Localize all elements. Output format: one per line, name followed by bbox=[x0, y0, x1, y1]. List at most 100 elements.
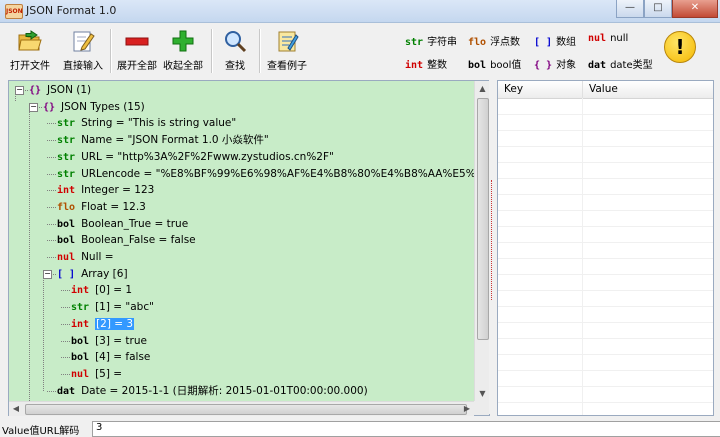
tree-node-label: JSON Types (15) bbox=[61, 100, 145, 113]
legend-label: 浮点数 bbox=[490, 37, 521, 48]
plus-icon bbox=[170, 29, 196, 53]
tree-horizontal-scrollbar[interactable]: ◀ ▶ bbox=[9, 401, 474, 416]
url-decode-field[interactable]: 3 bbox=[92, 421, 720, 437]
scroll-up-arrow-icon[interactable]: ▲ bbox=[475, 81, 490, 96]
column-header-key[interactable]: Key bbox=[498, 81, 583, 98]
tree-node[interactable]: flo Float = 12.3 bbox=[57, 199, 146, 215]
tree-vertical-scrollbar[interactable]: ▲ ▼ bbox=[474, 81, 490, 401]
tree-node[interactable]: nul [5] = bbox=[71, 366, 122, 382]
tree-guide-line bbox=[43, 273, 44, 391]
type-tag: int bbox=[57, 185, 76, 197]
legend-item-dat: dat date类型 bbox=[588, 56, 653, 71]
scroll-right-arrow-icon[interactable]: ▶ bbox=[460, 402, 474, 416]
maximize-button[interactable]: □ bbox=[644, 0, 672, 18]
window-title: JSON Format 1.0 bbox=[26, 4, 117, 17]
tree-node[interactable]: str String = "This is string value" bbox=[57, 115, 236, 131]
legend-tag: flo bbox=[468, 37, 487, 48]
tree-node[interactable]: str URLencode = "%E8%BF%99%E6%98%AF%E4%B8… bbox=[57, 166, 474, 182]
tree-node[interactable]: bol Boolean_True = true bbox=[57, 216, 188, 232]
collapse-all-button[interactable]: 收起全部 bbox=[160, 29, 206, 72]
tree-connector bbox=[61, 373, 70, 375]
direct-input-label: 直接输入 bbox=[63, 61, 103, 72]
tree-node-label: [0] = 1 bbox=[95, 284, 133, 297]
tree-connector bbox=[47, 390, 56, 392]
tree-node-label: Null = bbox=[81, 251, 114, 263]
legend-item-flo: flo 浮点数 bbox=[468, 33, 520, 48]
warning-icon[interactable]: ! bbox=[664, 31, 696, 63]
tree-node[interactable]: int [0] = 1 bbox=[71, 282, 132, 298]
close-button[interactable]: ✕ bbox=[672, 0, 718, 18]
legend-item-int: int 整数 bbox=[405, 56, 447, 71]
legend-label: date类型 bbox=[610, 60, 653, 71]
view-example-button[interactable]: 查看例子 bbox=[264, 29, 310, 72]
key-value-list[interactable]: Key Value bbox=[497, 80, 714, 416]
open-file-button[interactable]: 打开文件 bbox=[10, 29, 50, 72]
key-value-header: Key Value bbox=[498, 81, 713, 99]
edit-icon bbox=[70, 29, 96, 53]
legend-tag: { } bbox=[534, 60, 553, 71]
minimize-button[interactable]: — bbox=[616, 0, 644, 18]
type-tag: bol bbox=[71, 335, 90, 347]
tree-node-label: [5] = bbox=[95, 367, 123, 380]
scroll-thumb[interactable] bbox=[477, 98, 489, 340]
tree-expander-icon[interactable]: − bbox=[29, 102, 38, 112]
tree-connector bbox=[47, 190, 56, 192]
grid-line bbox=[498, 210, 713, 211]
tree-node[interactable]: bol [4] = false bbox=[71, 349, 150, 365]
type-tag: [ ] bbox=[57, 268, 76, 280]
tree-node[interactable]: str URL = "http%3A%2F%2Fwww.zystudios.cn%… bbox=[57, 149, 334, 165]
tree-node[interactable]: [ ] Array [6] bbox=[57, 266, 128, 282]
tree-node[interactable]: int Integer = 123 bbox=[57, 182, 154, 198]
grid-line bbox=[498, 274, 713, 275]
tree-connector bbox=[47, 223, 56, 225]
tree-node[interactable]: nul Null = bbox=[57, 249, 114, 265]
legend-item-str: str 字符串 bbox=[405, 33, 457, 48]
expand-all-button[interactable]: 展开全部 bbox=[114, 29, 160, 72]
tree-node-label: Date = 2015-1-1 (日期解析: 2015-01-01T00:00:… bbox=[81, 384, 368, 397]
tree-node[interactable]: bol Boolean_False = false bbox=[57, 232, 196, 248]
grid-line bbox=[498, 130, 713, 131]
scroll-thumb[interactable] bbox=[25, 404, 467, 415]
type-tag: dat bbox=[57, 385, 76, 397]
grid-line bbox=[498, 354, 713, 355]
url-decode-bar: Value值URL解码 3 bbox=[0, 418, 720, 437]
json-tree[interactable]: −{} JSON (1) −{} JSON Types (15) str String =… bbox=[9, 81, 474, 401]
tree-guide-line bbox=[29, 106, 30, 401]
magnifier-icon bbox=[222, 29, 248, 53]
tree-node[interactable]: {} JSON (1) bbox=[29, 82, 91, 98]
find-button[interactable]: 查找 bbox=[218, 29, 252, 72]
legend-label: 数组 bbox=[556, 37, 577, 48]
tree-node[interactable]: dat Date = 2015-1-1 (日期解析: 2015-01-01T00:… bbox=[57, 383, 368, 399]
tree-node[interactable]: str Name = "JSON Format 1.0 小焱软件" bbox=[57, 132, 269, 148]
app-icon: JSON bbox=[5, 4, 23, 19]
tree-node-label: URLencode = "%E8%BF%99%E6%98%AF%E4%B8%80… bbox=[81, 167, 474, 180]
grid-line bbox=[498, 242, 713, 243]
tree-node[interactable]: str [1] = "abc" bbox=[71, 299, 154, 315]
legend-item-object: { } 对象 bbox=[534, 56, 576, 71]
scroll-down-arrow-icon[interactable]: ▼ bbox=[475, 386, 490, 401]
tree-node[interactable]: int [2] = 3 bbox=[71, 316, 135, 332]
tree-expander-icon[interactable]: − bbox=[15, 86, 24, 95]
tree-node-label: Name = "JSON Format 1.0 小焱软件" bbox=[81, 134, 269, 147]
legend-item-nul: nul null bbox=[588, 33, 628, 44]
tree-expander-icon[interactable]: − bbox=[43, 269, 52, 279]
panel-splitter[interactable] bbox=[489, 80, 496, 414]
tree-connector bbox=[47, 123, 56, 125]
scroll-left-arrow-icon[interactable]: ◀ bbox=[9, 402, 23, 416]
legend-label: 字符串 bbox=[427, 37, 458, 48]
column-header-value[interactable]: Value bbox=[583, 81, 713, 98]
splitter-grip[interactable] bbox=[491, 180, 494, 300]
grid-line bbox=[498, 386, 713, 387]
tree-node[interactable]: bol [3] = true bbox=[71, 333, 147, 349]
tree-connector bbox=[47, 257, 56, 258]
type-tag: str bbox=[57, 118, 76, 130]
tree-node[interactable]: {} JSON Types (15) bbox=[43, 99, 145, 115]
url-decode-label: Value值URL解码 bbox=[2, 426, 80, 437]
tree-connector bbox=[47, 140, 56, 142]
minus-icon bbox=[124, 29, 150, 53]
json-tree-panel: −{} JSON (1) −{} JSON Types (15) str String =… bbox=[8, 80, 490, 416]
open-file-label: 打开文件 bbox=[10, 61, 50, 72]
direct-input-button[interactable]: 直接输入 bbox=[60, 29, 106, 72]
grid-line bbox=[498, 114, 713, 115]
type-tag: str bbox=[57, 135, 76, 147]
